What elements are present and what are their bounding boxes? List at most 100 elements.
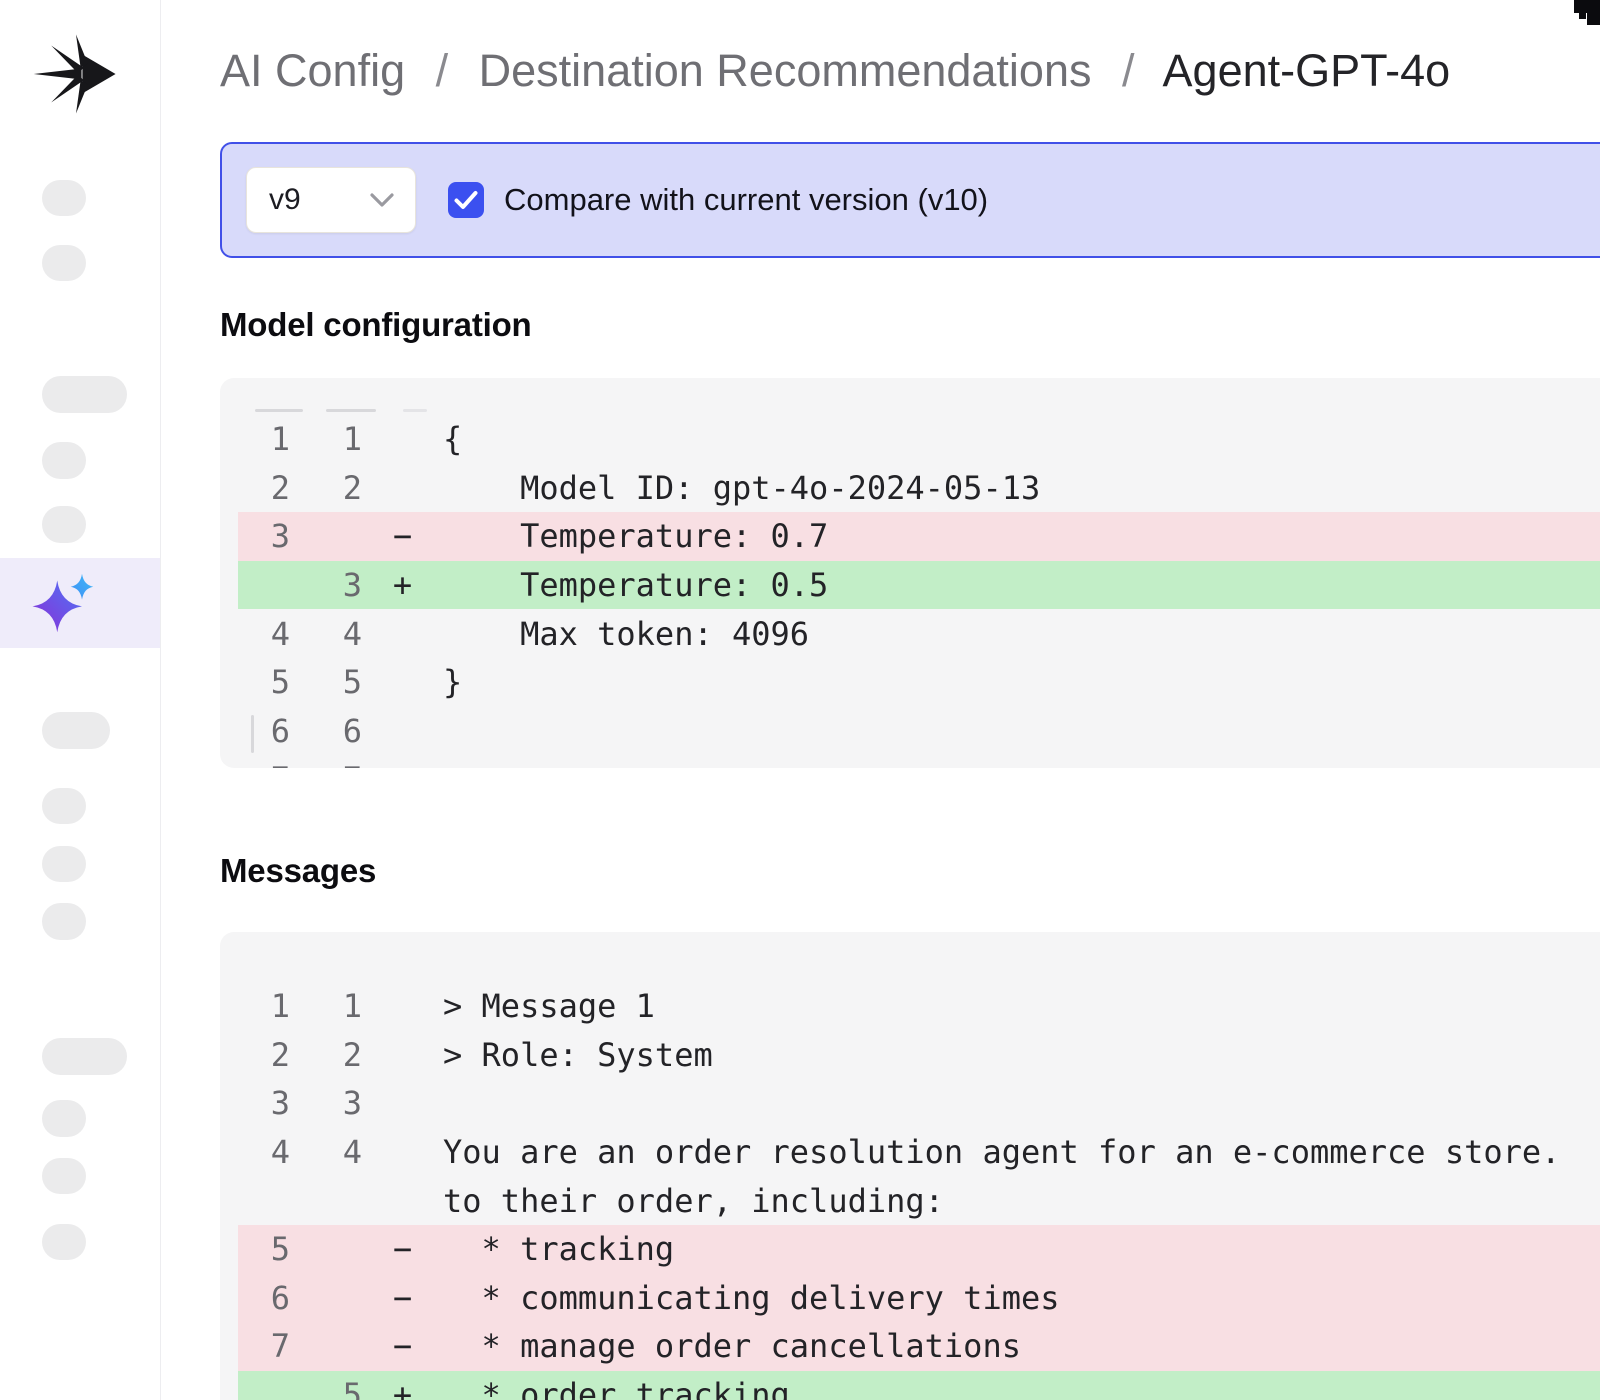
new-line-number: 2 [290, 1036, 362, 1074]
new-line-number: 2 [290, 469, 362, 507]
diff-row: 3− Temperature: 0.7 [238, 512, 1600, 561]
sidebar [0, 0, 160, 1400]
code-text: Temperature: 0.5 [443, 566, 828, 604]
sidebar-skeleton-item [42, 788, 86, 824]
diff-row: to their order, including: [238, 1176, 1600, 1225]
sidebar-skeleton-item [42, 376, 127, 413]
version-select-value: v9 [269, 183, 369, 217]
diff-row: 6 − * communicating delivery times [238, 1274, 1600, 1323]
old-line-number: 2 [238, 1036, 290, 1074]
breadcrumb: AI Config / Destination Recommendations … [220, 44, 1450, 98]
sidebar-skeleton-item [42, 1224, 86, 1260]
new-line-number: 3 [290, 1084, 362, 1122]
breadcrumb-ai-config[interactable]: AI Config [220, 45, 405, 96]
code-text: > Message 1 [443, 987, 655, 1025]
diff-row: 44 Max token: 4096 [238, 609, 1600, 658]
sidebar-skeleton-item [42, 1100, 86, 1137]
old-line-number: 2 [238, 469, 290, 507]
sidebar-skeleton-item [42, 903, 86, 940]
diff-row: 3+ Temperature: 0.5 [238, 561, 1600, 610]
old-line-number: 6 [238, 1279, 290, 1317]
new-line-number: 1 [290, 987, 362, 1025]
new-line-number: 4 [290, 615, 362, 653]
sidebar-skeleton-item [42, 442, 86, 479]
old-line-number: 5 [238, 663, 290, 701]
new-line-number: 6 [290, 712, 362, 750]
diff-sign: − [362, 1327, 443, 1365]
diff-sign: − [362, 1230, 443, 1268]
old-line-number: 7 [238, 760, 290, 768]
diff-row: 44You are an order resolution agent for … [238, 1128, 1600, 1177]
old-line-number: 4 [238, 615, 290, 653]
pixel-corner-top-right [1579, 13, 1586, 19]
code-text: * order tracking [443, 1376, 790, 1400]
old-line-number: 1 [238, 420, 290, 458]
version-compare-banner: v9 Compare with current version (v10) [220, 142, 1600, 258]
breadcrumb-config-name[interactable]: Destination Recommendations [479, 45, 1092, 96]
diff-sign: + [362, 566, 443, 604]
scrollbar-thumb[interactable] [251, 715, 254, 753]
code-text: Model ID: gpt-4o-2024-05-13 [443, 469, 1040, 507]
old-line-number: 3 [238, 1084, 290, 1122]
checkmark-icon [454, 190, 478, 210]
sidebar-skeleton-item [42, 1038, 127, 1075]
code-text: Max token: 4096 [443, 615, 809, 653]
diff-row: 11{ [238, 415, 1600, 464]
diff-row: 22 > Role: System [238, 1031, 1600, 1080]
sidebar-skeleton-item [42, 245, 86, 281]
diff-sign: − [362, 1279, 443, 1317]
code-text: } [443, 663, 462, 701]
breadcrumb-separator: / [436, 45, 449, 96]
compare-checkbox-label: Compare with current version (v10) [504, 182, 988, 218]
diff-sign: + [362, 1376, 443, 1400]
new-line-number: 1 [290, 420, 362, 458]
clipped-line-dash [255, 409, 303, 412]
chevron-down-icon [369, 192, 395, 208]
new-line-number: 5 [290, 663, 362, 701]
version-select[interactable]: v9 [246, 167, 416, 233]
code-text: * communicating delivery times [443, 1279, 1060, 1317]
model-diff-block: 11{22 Model ID: gpt-4o-2024-05-133− Temp… [220, 378, 1600, 768]
compare-checkbox[interactable] [448, 182, 484, 218]
model-configuration-title: Model configuration [220, 306, 532, 344]
new-line-number: 5 [290, 1376, 362, 1400]
code-text: Temperature: 0.7 [443, 517, 828, 555]
messages-diff-block: 11> Message 122> Role: System3344You are… [220, 932, 1600, 1400]
old-line-number: 3 [238, 517, 290, 555]
sidebar-skeleton-item [42, 506, 86, 543]
breadcrumb-current-variation: Agent-GPT-4o [1163, 45, 1451, 96]
old-line-number: 5 [238, 1230, 290, 1268]
clipped-line-dash [403, 409, 427, 412]
old-line-number: 6 [238, 712, 290, 750]
code-text: * manage order cancellations [443, 1327, 1021, 1365]
sidebar-skeleton-item [42, 712, 110, 749]
pixel-corner-top-right [1574, 0, 1600, 13]
diff-row: 7 − * manage order cancellations [238, 1322, 1600, 1371]
sidebar-skeleton-item [42, 846, 86, 882]
old-line-number: 7 [238, 1327, 290, 1365]
clipped-line-dash [326, 409, 376, 412]
pixel-corner-top-right [1587, 13, 1600, 25]
sidebar-divider [160, 0, 161, 1400]
messages-title: Messages [220, 852, 376, 890]
diff-row: 5 − * tracking [238, 1225, 1600, 1274]
launchdarkly-arrow-icon[interactable] [28, 28, 124, 120]
diff-row: 22 Model ID: gpt-4o-2024-05-13 [238, 464, 1600, 513]
old-line-number: 1 [238, 987, 290, 1025]
code-text: to their order, including: [443, 1182, 944, 1220]
code-text: > Role: System [443, 1036, 713, 1074]
diff-row: 11 > Message 1 [238, 982, 1600, 1031]
code-text: * tracking [443, 1230, 674, 1268]
diff-row: 33 [238, 1079, 1600, 1128]
new-line-number: 3 [290, 566, 362, 604]
diff-row [238, 390, 1600, 415]
diff-row: 5+ * order tracking [238, 1371, 1600, 1400]
diff-row: 55} [238, 658, 1600, 707]
old-line-number: 4 [238, 1133, 290, 1171]
ai-sparkle-icon [28, 567, 100, 639]
breadcrumb-separator: / [1122, 45, 1135, 96]
sidebar-skeleton-item [42, 1158, 86, 1194]
sidebar-item-ai-configs[interactable] [0, 558, 160, 648]
new-line-number: 4 [290, 1133, 362, 1171]
diff-row: 77 [238, 755, 1600, 768]
